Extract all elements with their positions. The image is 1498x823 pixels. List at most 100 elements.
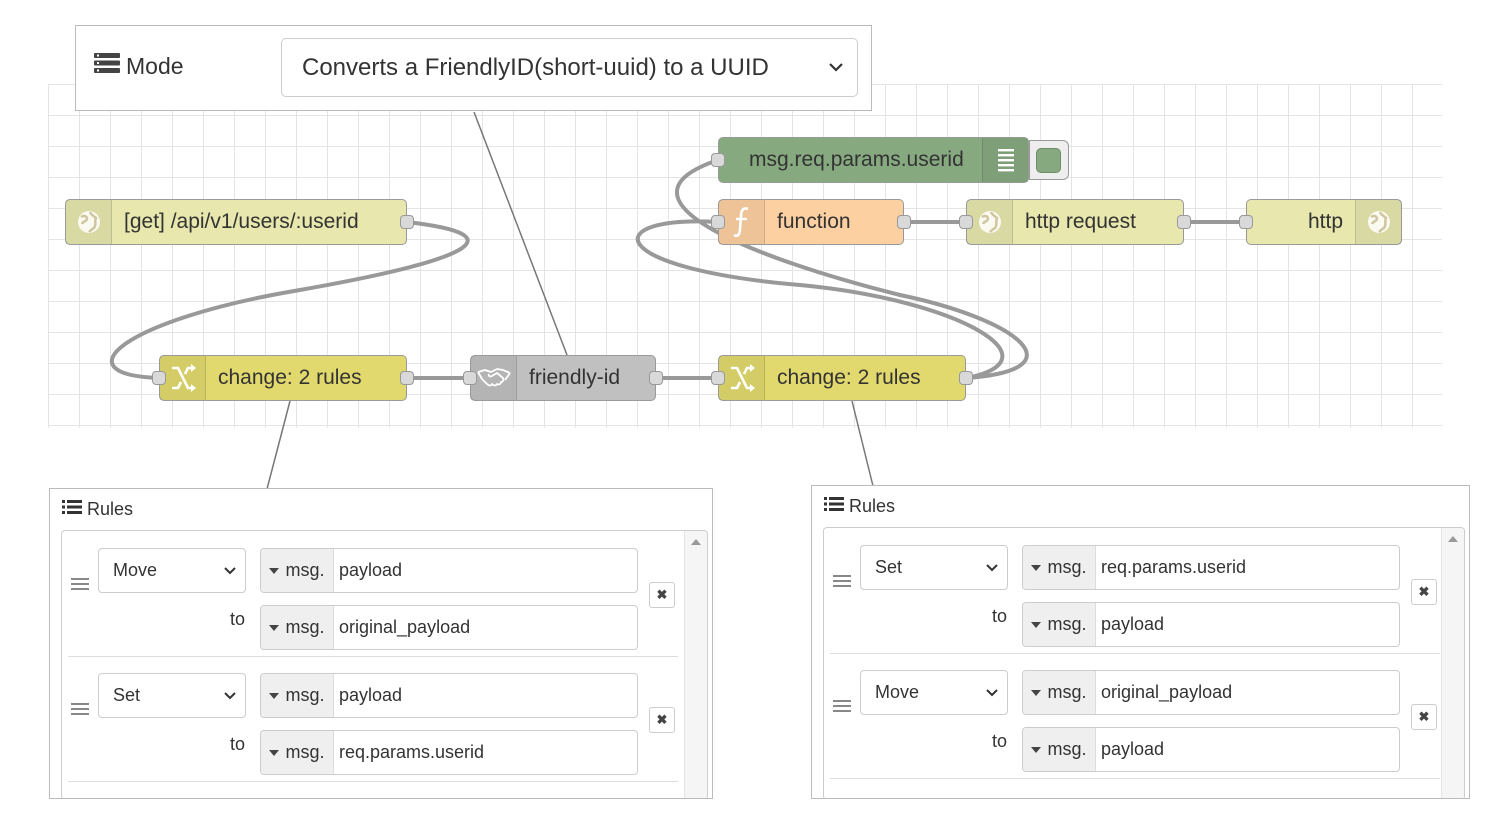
rule-target-input[interactable]: msg. req.params.userid	[260, 730, 638, 775]
type-selector[interactable]: msg.	[1023, 546, 1096, 589]
rules-list[interactable]: Set msg. req.params.userid to msg. paylo…	[823, 527, 1465, 798]
rule-property-input[interactable]: msg. payload	[260, 673, 638, 718]
scrollbar[interactable]	[684, 531, 707, 798]
input-port[interactable]	[463, 371, 477, 385]
change-node-left[interactable]: change: 2 rules	[152, 355, 414, 401]
input-port[interactable]	[711, 371, 725, 385]
rules-title: Rules	[62, 499, 133, 520]
type-selector[interactable]: msg.	[1023, 671, 1096, 714]
to-label: to	[992, 606, 1008, 626]
http-request-node[interactable]: http request	[959, 199, 1191, 245]
remove-rule-button[interactable]: ✖	[1411, 579, 1437, 605]
output-port[interactable]	[897, 215, 911, 229]
drag-handle-icon[interactable]	[71, 577, 89, 596]
drag-handle-icon[interactable]	[833, 574, 851, 593]
mode-panel: Mode Converts a FriendlyID(short-uuid) t…	[75, 25, 872, 111]
list-icon	[62, 499, 82, 520]
close-icon: ✖	[656, 587, 668, 602]
input-port[interactable]	[711, 153, 725, 167]
chevron-down-icon	[223, 688, 237, 709]
output-port[interactable]	[959, 371, 973, 385]
output-port[interactable]	[1177, 215, 1191, 229]
property-value: req.params.userid	[1101, 557, 1247, 577]
rule-target-input[interactable]: msg. original_payload	[260, 605, 638, 650]
rules-title: Rules	[824, 496, 895, 517]
rules-panel-right: Rules Set msg. req.params.userid to msg.…	[811, 485, 1470, 799]
property-value: payload	[339, 685, 403, 705]
http-response-label: http	[1307, 210, 1343, 233]
debug-node[interactable]: msg.req.params.userid	[711, 137, 1029, 183]
chevron-down-icon	[223, 563, 237, 584]
http-response-node[interactable]: http	[1239, 199, 1402, 245]
type-selector[interactable]: msg.	[261, 674, 334, 717]
input-port[interactable]	[711, 215, 725, 229]
rule-action-select[interactable]: Move	[98, 548, 246, 593]
rule-target-input[interactable]: msg. payload	[1022, 727, 1400, 772]
debug-label: msg.req.params.userid	[749, 148, 964, 171]
caret-down-icon	[1031, 746, 1042, 753]
remove-rule-button[interactable]: ✖	[649, 582, 675, 608]
list-icon	[824, 496, 844, 517]
mode-select-value: Converts a FriendlyID(short-uuid) to a U…	[302, 53, 769, 81]
wire-change-debug	[674, 158, 1029, 380]
rule-action-value: Set	[113, 685, 141, 705]
mode-label-text: Mode	[126, 52, 184, 79]
debug-list-icon	[982, 138, 1028, 182]
type-selector[interactable]: msg.	[1023, 728, 1096, 771]
input-port[interactable]	[152, 371, 166, 385]
function-node[interactable]: function	[711, 199, 911, 245]
output-port[interactable]	[649, 371, 663, 385]
debug-toggle-button[interactable]	[1029, 140, 1069, 180]
annotation-line-right-rules	[851, 400, 874, 487]
rule-property-input[interactable]: msg. payload	[260, 548, 638, 593]
rule-action-select[interactable]: Set	[98, 673, 246, 718]
change-node-right[interactable]: change: 2 rules	[711, 355, 973, 401]
target-value: payload	[1101, 739, 1165, 759]
list-alt-icon	[94, 52, 120, 80]
scroll-up-icon[interactable]	[1448, 536, 1458, 542]
type-selector[interactable]: msg.	[261, 606, 334, 649]
input-port[interactable]	[959, 215, 973, 229]
close-icon: ✖	[656, 712, 668, 727]
friendly-id-node[interactable]: friendly-id	[463, 355, 663, 401]
target-value: payload	[1101, 614, 1165, 634]
rule-action-select[interactable]: Move	[860, 670, 1008, 715]
caret-down-icon	[269, 624, 280, 631]
globe-icon	[66, 200, 112, 244]
remove-rule-button[interactable]: ✖	[1411, 704, 1437, 730]
to-label: to	[230, 609, 246, 629]
caret-down-icon	[269, 692, 280, 699]
rule-action-select[interactable]: Set	[860, 545, 1008, 590]
drag-handle-icon[interactable]	[71, 702, 89, 721]
drag-handle-icon[interactable]	[833, 699, 851, 718]
function-icon	[719, 200, 765, 244]
output-port[interactable]	[400, 215, 414, 229]
http-in-node[interactable]: [get] /api/v1/users/:userid	[65, 199, 414, 245]
scrollbar[interactable]	[1441, 528, 1464, 798]
scroll-up-icon[interactable]	[691, 539, 701, 545]
rule-action-value: Move	[113, 560, 158, 580]
property-value: payload	[339, 560, 403, 580]
function-label: function	[777, 210, 851, 233]
caret-down-icon	[269, 749, 280, 756]
rule-target-input[interactable]: msg. payload	[1022, 602, 1400, 647]
annotation-line-left-rules	[266, 400, 291, 490]
type-label: msg.	[1047, 557, 1087, 577]
type-selector[interactable]: msg.	[261, 731, 334, 774]
rules-title-text: Rules	[87, 499, 134, 519]
mode-select[interactable]: Converts a FriendlyID(short-uuid) to a U…	[281, 38, 858, 97]
type-selector[interactable]: msg.	[261, 549, 334, 592]
to-label: to	[992, 731, 1008, 751]
remove-rule-button[interactable]: ✖	[649, 707, 675, 733]
type-label: msg.	[1047, 739, 1087, 759]
type-selector[interactable]: msg.	[1023, 603, 1096, 646]
caret-down-icon	[1031, 621, 1042, 628]
rule-property-input[interactable]: msg. original_payload	[1022, 670, 1400, 715]
input-port[interactable]	[1239, 215, 1253, 229]
rule-row: Move msg. payload to msg. original_paylo…	[68, 531, 678, 657]
rule-property-input[interactable]: msg. req.params.userid	[1022, 545, 1400, 590]
output-port[interactable]	[400, 371, 414, 385]
caret-down-icon	[1031, 564, 1042, 571]
annotation-line-mode	[473, 111, 568, 356]
rules-list[interactable]: Move msg. payload to msg. original_paylo…	[61, 530, 708, 798]
